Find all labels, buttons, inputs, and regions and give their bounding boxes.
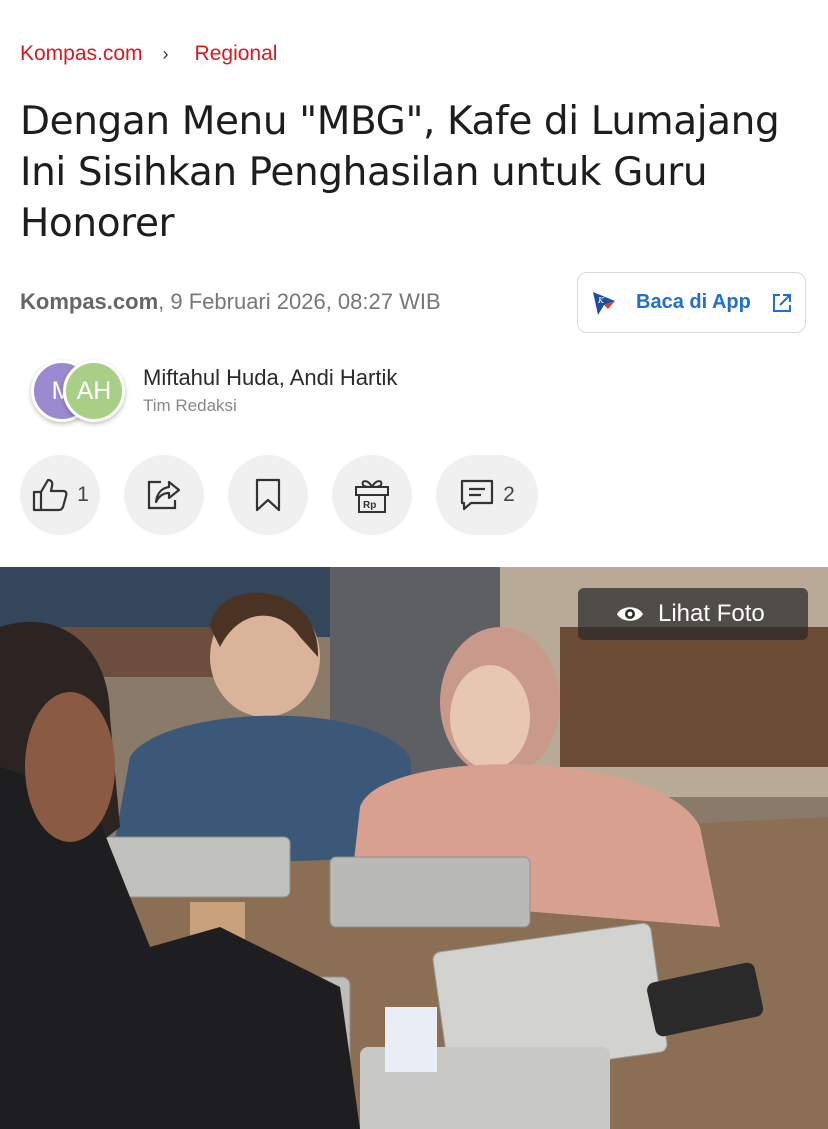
svg-text:Rp: Rp <box>363 500 376 511</box>
avatar: AH <box>63 360 125 422</box>
read-in-app-label: Baca di App <box>636 291 751 313</box>
comment-button[interactable]: 2 <box>436 455 538 535</box>
article-date: , 9 Februari 2026, 08:27 WIB <box>158 289 441 314</box>
bookmark-icon <box>255 478 281 512</box>
breadcrumb: Kompas.com › Regional <box>20 42 277 66</box>
comment-count: 2 <box>503 483 515 506</box>
article-source[interactable]: Kompas.com <box>20 289 158 314</box>
share-button[interactable] <box>124 455 204 535</box>
like-button[interactable]: 1 <box>20 455 100 535</box>
article-meta: Kompas.com, 9 Februari 2026, 08:27 WIB <box>20 289 441 315</box>
kompas-app-logo: K <box>593 291 615 315</box>
read-in-app-button[interactable]: K Baca di App <box>577 272 806 333</box>
gift-button[interactable]: Rp <box>332 455 412 535</box>
external-link-icon <box>772 293 791 312</box>
eye-icon <box>617 607 643 621</box>
view-photo-label: Lihat Foto <box>658 600 765 627</box>
svg-text:K: K <box>597 296 605 305</box>
view-photo-button[interactable]: Lihat Foto <box>578 588 808 640</box>
article-photo[interactable] <box>0 567 828 1129</box>
article-photo-image <box>0 567 828 1129</box>
author-avatars[interactable]: M AH <box>31 360 131 422</box>
author-team: Tim Redaksi <box>143 396 237 415</box>
author-names[interactable]: Miftahul Huda, Andi Hartik <box>143 365 397 391</box>
chevron-right-icon: › <box>162 43 169 64</box>
breadcrumb-section-link[interactable]: Regional <box>195 42 278 66</box>
gift-rp-icon: Rp <box>355 480 389 513</box>
bookmark-button[interactable] <box>228 455 308 535</box>
thumbs-up-icon <box>33 478 68 512</box>
share-icon <box>147 480 181 510</box>
article-actions: 1 Rp 2 <box>20 455 562 535</box>
article-title: Dengan Menu "MBG", Kafe di Lumajang Ini … <box>20 99 780 246</box>
like-count: 1 <box>77 483 89 506</box>
comment-icon <box>461 479 494 511</box>
breadcrumb-home-link[interactable]: Kompas.com <box>20 42 143 66</box>
